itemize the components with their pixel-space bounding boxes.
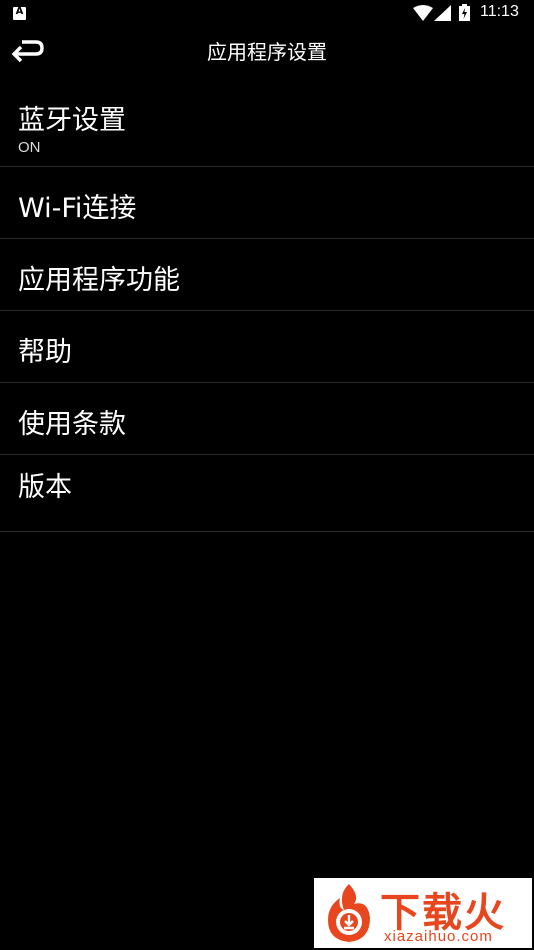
watermark-logo: 下载火 xiazaihuo.com: [314, 878, 532, 948]
settings-item-label: 应用程序功能: [18, 265, 180, 296]
flame-download-icon: [328, 884, 370, 942]
settings-list: 蓝牙设置 ON Wi-Fi连接 应用程序功能 帮助 使用条款 版本: [0, 82, 534, 532]
app-bar: 应用程序设置: [0, 28, 534, 72]
settings-item-label: 蓝牙设置: [18, 105, 126, 136]
settings-item-terms[interactable]: 使用条款: [0, 383, 534, 455]
status-time: 11:13: [480, 3, 519, 20]
signal-icon: [434, 5, 451, 21]
screen: A 11:13 应用程序设置 蓝牙设置 ON Wi-Fi连接 应用程序功能 帮助…: [0, 0, 534, 950]
page-title: 应用程序设置: [207, 40, 327, 64]
settings-item-app-features[interactable]: 应用程序功能: [0, 239, 534, 311]
settings-item-bluetooth[interactable]: 蓝牙设置 ON: [0, 82, 534, 167]
settings-item-label: 使用条款: [18, 409, 126, 440]
settings-item-label: 版本: [18, 472, 72, 503]
settings-item-status: ON: [18, 139, 41, 156]
status-bar: A 11:13: [0, 0, 534, 28]
watermark-domain: xiazaihuo.com: [384, 928, 493, 945]
notification-glyph: A: [15, 6, 24, 17]
settings-item-label: 帮助: [18, 337, 72, 368]
notification-a-icon: A: [13, 6, 26, 20]
settings-item-label: Wi-Fi连接: [18, 193, 137, 224]
battery-charging-icon: [459, 4, 470, 21]
wifi-icon: [413, 5, 433, 21]
settings-item-help[interactable]: 帮助: [0, 311, 534, 383]
settings-item-version[interactable]: 版本: [0, 455, 534, 532]
settings-item-wifi[interactable]: Wi-Fi连接: [0, 167, 534, 239]
